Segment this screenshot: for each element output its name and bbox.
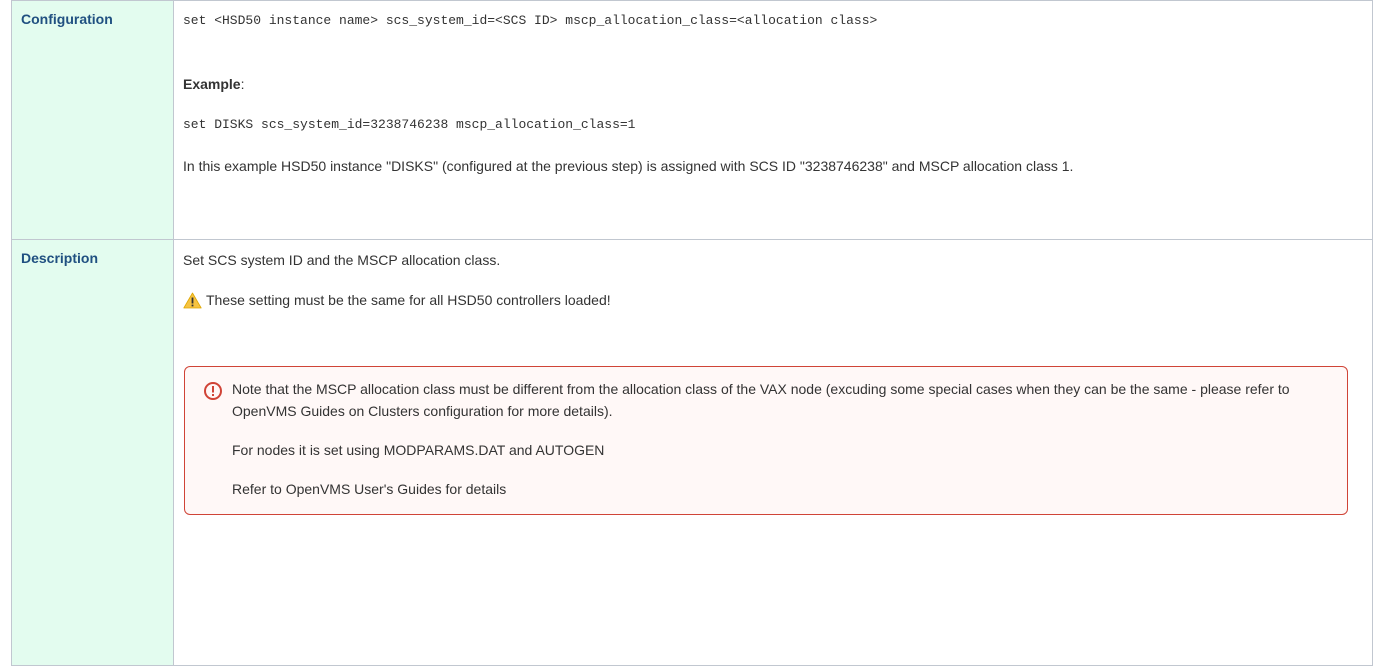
- description-cell: Set SCS system ID and the MSCP allocatio…: [173, 239, 1373, 666]
- example-colon: :: [240, 76, 245, 92]
- warning-triangle-icon: [183, 292, 202, 308]
- example-code: set DISKS scs_system_id=3238746238 mscp_…: [183, 117, 636, 132]
- note-text: Note that the MSCP allocation class must…: [232, 381, 1290, 419]
- description-text: Set SCS system ID and the MSCP allocatio…: [183, 252, 501, 268]
- note-line-3: Refer to OpenVMS User's Guides for detai…: [232, 481, 507, 497]
- example-explanation: In this example HSD50 instance "DISKS" (…: [183, 158, 1074, 174]
- example-label: Example: [183, 76, 241, 92]
- warning-line: These setting must be the same for all H…: [183, 290, 1363, 310]
- note-line-2: For nodes it is set using MODPARAMS.DAT …: [232, 442, 605, 458]
- description-row: Description Set SCS system ID and the MS…: [11, 239, 1373, 666]
- description-header: Description: [11, 239, 174, 666]
- parameter-table: Configuration set <HSD50 instance name> …: [11, 0, 1373, 666]
- example-heading: Example:: [183, 74, 1363, 94]
- configuration-header: Configuration: [11, 0, 174, 240]
- configuration-row: Configuration set <HSD50 instance name> …: [11, 0, 1373, 240]
- syntax-code: set <HSD50 instance name> scs_system_id=…: [183, 13, 878, 28]
- error-note-panel: Note that the MSCP allocation class must…: [184, 366, 1348, 515]
- error-circle-icon: [204, 382, 222, 400]
- warning-text: These setting must be the same for all H…: [206, 292, 611, 308]
- configuration-cell: set <HSD50 instance name> scs_system_id=…: [173, 0, 1373, 240]
